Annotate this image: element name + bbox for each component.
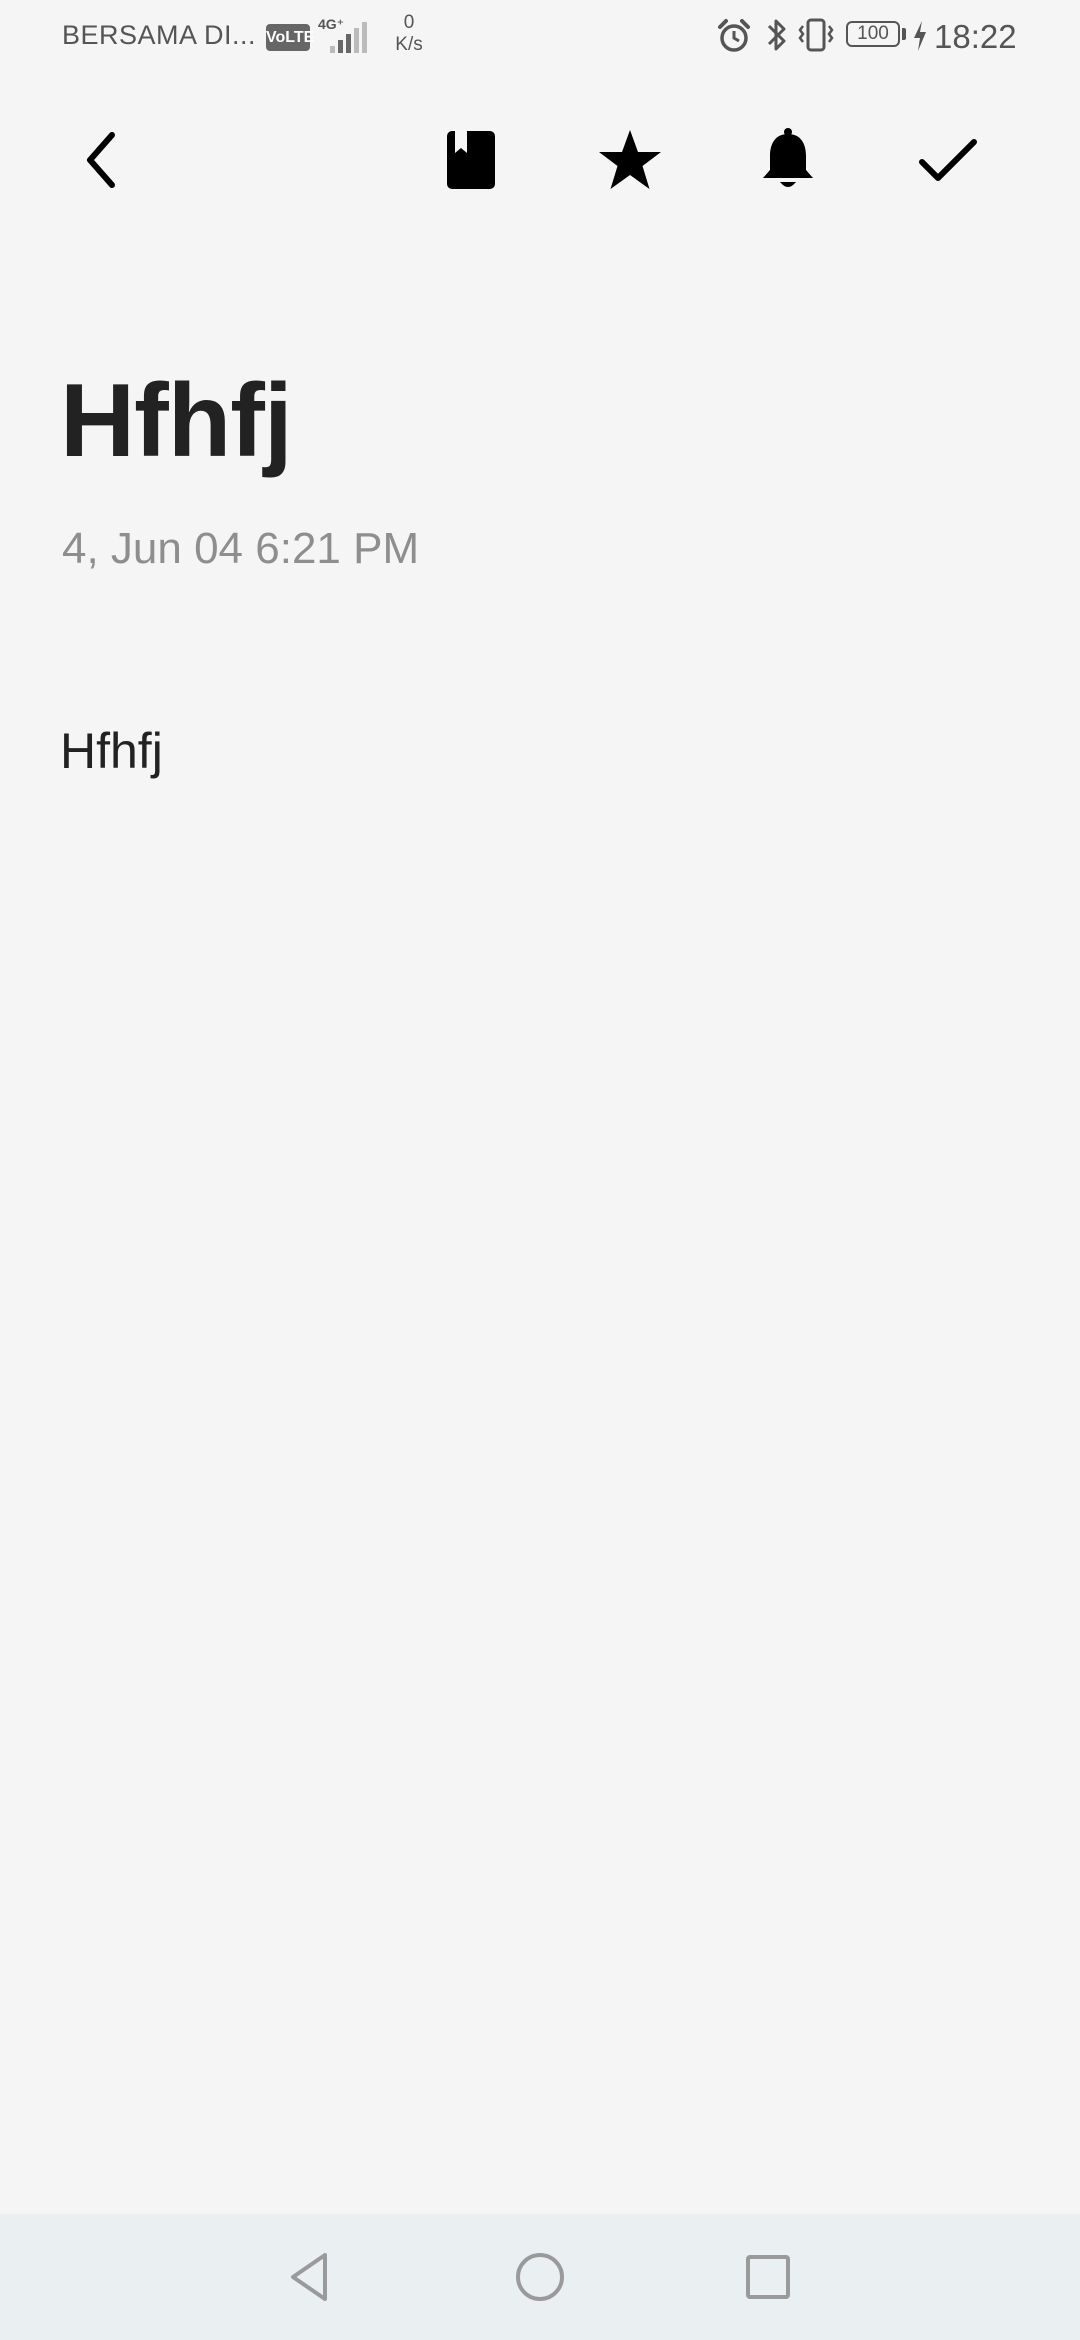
triangle-back-icon [291, 2253, 327, 2301]
back-arrow-icon [87, 132, 115, 188]
vibrate-icon [796, 18, 836, 57]
note-toolbar [0, 110, 1080, 210]
note-editor-screen: BERSAMA DI... VoLTE 4G⁺ 0 K/s 100 18:22 … [0, 0, 1080, 2340]
notebook-icon [447, 131, 495, 189]
network-speed: 0 K/s [386, 12, 432, 56]
circle-home-icon [516, 2253, 564, 2301]
battery-icon: 100 [846, 21, 900, 47]
checkmark-icon [919, 139, 977, 181]
volte-badge: VoLTE [266, 24, 314, 51]
note-date: 4, Jun 04 6:21 PM [62, 524, 420, 573]
carrier-name: BERSAMA DI... [62, 20, 257, 50]
reminder-button[interactable] [738, 110, 838, 210]
alarm-icon [716, 18, 752, 59]
bell-icon [763, 128, 813, 187]
nav-recents-button[interactable] [728, 2237, 808, 2317]
note-body[interactable]: Hfhfj [60, 722, 163, 780]
system-navigation-bar [0, 2214, 1080, 2340]
battery-tip [902, 28, 906, 40]
nav-home-button[interactable] [500, 2237, 580, 2317]
notebook-button[interactable] [421, 110, 521, 210]
status-icons: 100 18:22 [680, 14, 1080, 60]
favorite-button[interactable] [580, 110, 680, 210]
back-button[interactable] [52, 110, 152, 210]
star-icon [599, 130, 661, 189]
note-title[interactable]: Hfhfj [60, 362, 293, 481]
save-check-button[interactable] [898, 110, 998, 210]
bluetooth-icon [764, 16, 790, 59]
speed-value: 0 [403, 12, 415, 33]
nav-back-button[interactable] [270, 2237, 350, 2317]
speed-unit: K/s [395, 34, 423, 55]
status-bar: BERSAMA DI... VoLTE 4G⁺ 0 K/s 100 18:22 [0, 0, 1080, 76]
charging-icon [912, 20, 928, 57]
signal-strength-icon [326, 22, 374, 59]
status-time: 18:22 [934, 18, 1017, 55]
square-recents-icon [746, 2255, 790, 2299]
